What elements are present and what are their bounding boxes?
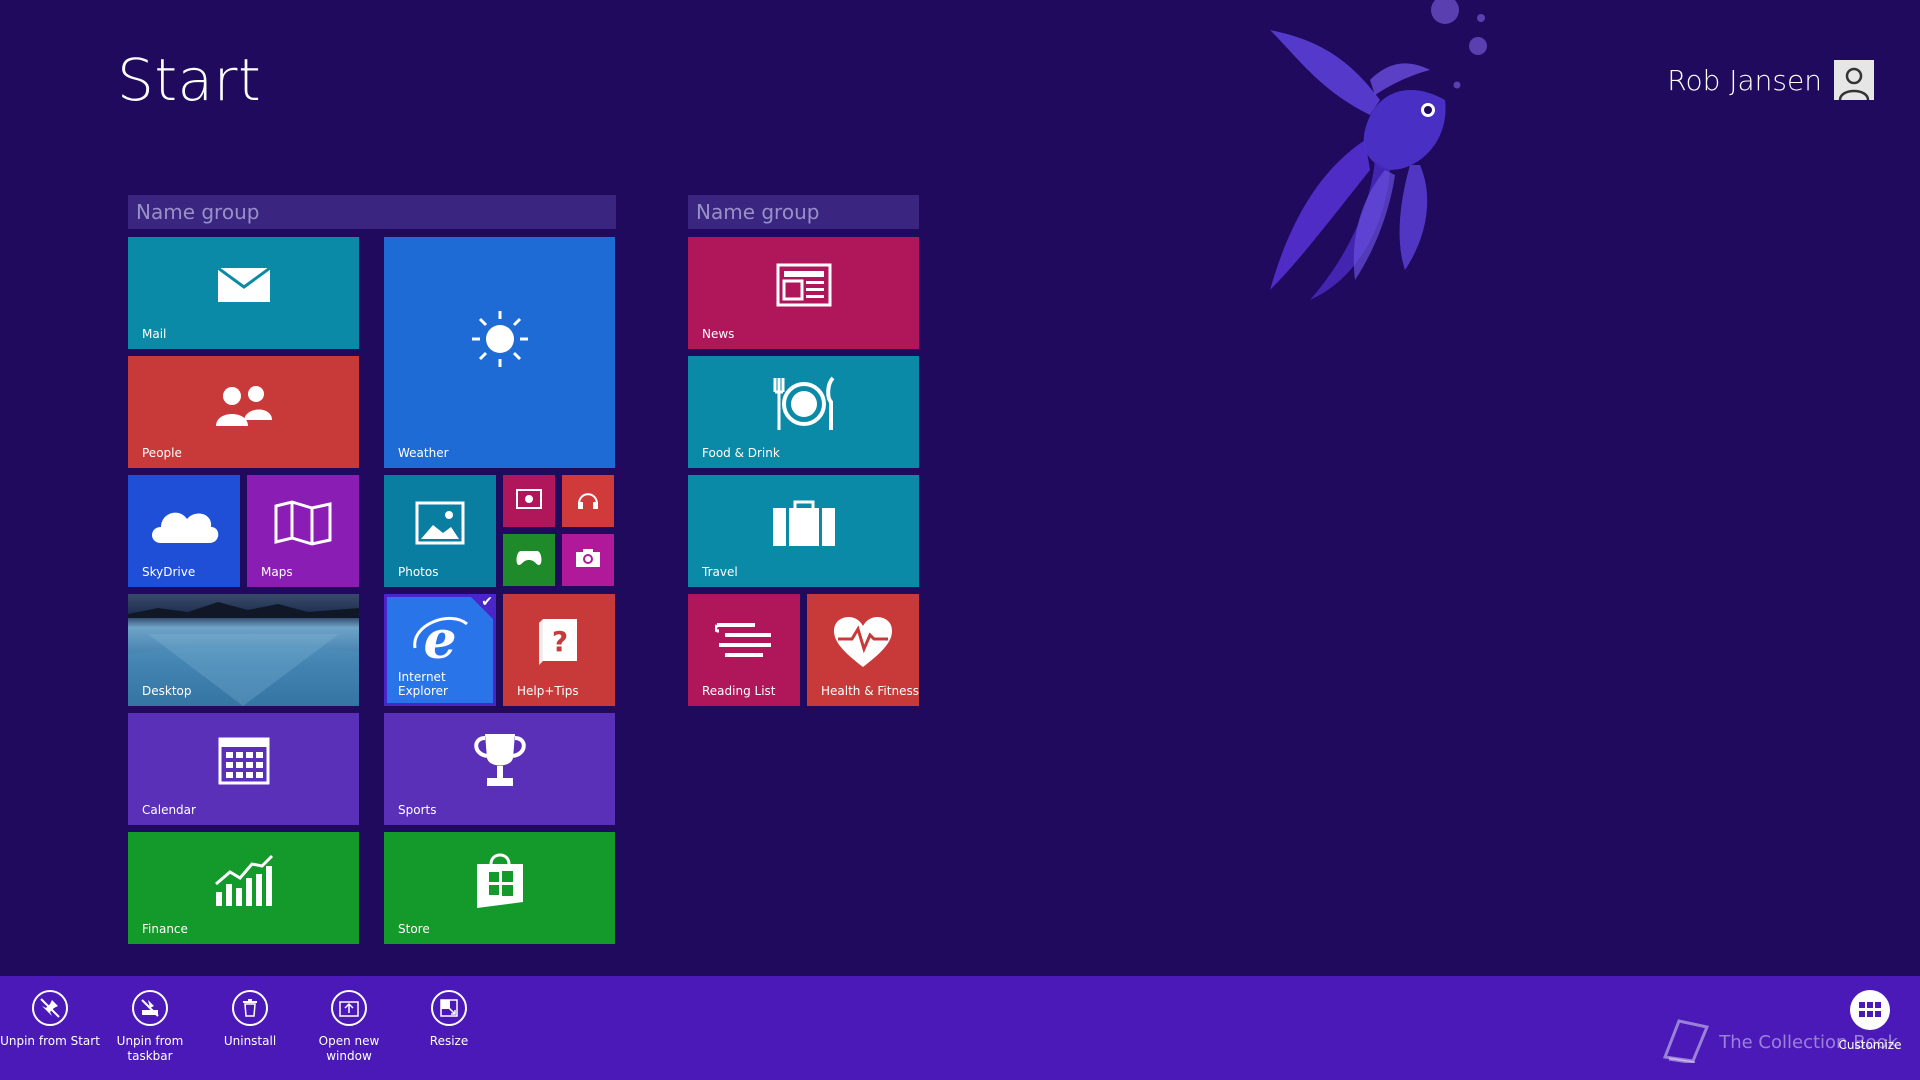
tile-internet-explorer[interactable]: ✔ e Internet Explorer: [384, 594, 496, 706]
headphones-icon: [576, 488, 600, 514]
watermark: The Collection Book: [1659, 1017, 1898, 1068]
tile-label: News: [702, 327, 735, 341]
unpin-icon: [32, 990, 68, 1026]
resize-button[interactable]: Resize: [399, 990, 499, 1049]
tile-photos[interactable]: Photos: [384, 475, 496, 587]
trash-icon: [232, 990, 268, 1026]
trophy-icon: [469, 730, 531, 796]
tile-calendar[interactable]: Calendar: [128, 713, 359, 825]
page-title: Start: [117, 46, 262, 114]
tile-health-fitness[interactable]: Health & Fitness: [807, 594, 919, 706]
store-bag-icon: [473, 850, 527, 914]
cloud-icon: [147, 501, 221, 549]
watermark-text: The Collection Book: [1719, 1032, 1898, 1053]
tile-skydrive[interactable]: SkyDrive: [128, 475, 240, 587]
tile-finance[interactable]: Finance: [128, 832, 359, 944]
unpin-taskbar-icon: [132, 990, 168, 1026]
tile-label: Weather: [398, 446, 449, 460]
plate-cutlery-icon: [769, 376, 839, 436]
tile-food-drink[interactable]: Food & Drink: [688, 356, 919, 468]
resize-icon: [431, 990, 467, 1026]
new-window-icon: [331, 990, 367, 1026]
betta-fish-illustration: [1270, 0, 1487, 300]
unpin-from-start-button[interactable]: Unpin from Start: [0, 990, 100, 1049]
button-label: Unpin from Start: [0, 1034, 100, 1048]
tile-desktop[interactable]: Desktop: [128, 594, 359, 706]
internet-explorer-icon: e: [411, 610, 469, 672]
gamepad-icon: [515, 549, 543, 571]
tile-label: Store: [398, 922, 430, 936]
tile-camera[interactable]: [562, 534, 614, 586]
svg-text:e: e: [423, 614, 456, 668]
user-account[interactable]: Rob Jansen: [1667, 60, 1874, 100]
tile-label: Desktop: [142, 684, 192, 698]
mail-icon: [216, 267, 271, 307]
uninstall-button[interactable]: Uninstall: [200, 990, 300, 1049]
heart-pulse-icon: [832, 615, 894, 673]
tile-news[interactable]: News: [688, 237, 919, 349]
user-name: Rob Jansen: [1667, 63, 1822, 97]
sun-icon: [468, 307, 532, 375]
calendar-icon: [218, 737, 270, 789]
tile-weather[interactable]: Weather: [384, 237, 615, 468]
tile-reading-list[interactable]: Reading List: [688, 594, 800, 706]
tile-label: Maps: [261, 565, 293, 579]
map-icon: [274, 500, 332, 550]
reading-list-icon: [714, 621, 773, 667]
tile-sports[interactable]: Sports: [384, 713, 615, 825]
tile-mail[interactable]: Mail: [128, 237, 359, 349]
video-icon: [516, 489, 542, 513]
tile-label: Finance: [142, 922, 188, 936]
tile-label: Food & Drink: [702, 446, 780, 460]
button-label: Uninstall: [223, 1034, 277, 1048]
tile-store[interactable]: Store: [384, 832, 615, 944]
newspaper-icon: [776, 263, 832, 311]
checkmark-icon: ✔: [481, 594, 493, 610]
tile-label: Reading List: [702, 684, 776, 698]
button-label: Resize: [429, 1034, 469, 1048]
tile-label: Internet Explorer: [398, 670, 448, 698]
tile-label: SkyDrive: [142, 565, 196, 579]
tile-people[interactable]: People: [128, 356, 359, 468]
tile-label: Mail: [142, 327, 167, 341]
open-new-window-button[interactable]: Open new window: [299, 990, 399, 1064]
group-name-input[interactable]: Name group: [128, 195, 616, 229]
tile-label: People: [142, 446, 182, 460]
photo-icon: [415, 501, 465, 549]
tile-games[interactable]: [503, 534, 555, 586]
tile-label: Photos: [398, 565, 439, 579]
group-name-input[interactable]: Name group: [688, 195, 919, 229]
camera-icon: [575, 548, 601, 572]
button-label: Unpin from taskbar: [116, 1034, 184, 1063]
user-avatar-icon: [1834, 60, 1874, 100]
button-label: Open new window: [318, 1034, 380, 1063]
tile-label: Health & Fitness: [821, 684, 919, 698]
tile-maps[interactable]: Maps: [247, 475, 359, 587]
tile-label: Help+Tips: [517, 684, 579, 698]
unpin-from-taskbar-button[interactable]: Unpin from taskbar: [100, 990, 200, 1064]
people-icon: [214, 382, 274, 430]
tile-label: Travel: [702, 565, 738, 579]
finance-chart-icon: [212, 852, 276, 912]
tile-label: Calendar: [142, 803, 196, 817]
suitcase-icon: [771, 498, 837, 552]
tile-travel[interactable]: Travel: [688, 475, 919, 587]
tile-help-tips[interactable]: ? Help+Tips: [503, 594, 615, 706]
book-icon: [1659, 1017, 1711, 1068]
help-icon: ?: [537, 617, 581, 671]
tile-music[interactable]: [562, 475, 614, 527]
svg-text:?: ?: [552, 625, 568, 658]
tile-label: Sports: [398, 803, 437, 817]
app-bar: Unpin from Start Unpin from taskbar Unins…: [0, 976, 1920, 1080]
tile-video[interactable]: [503, 475, 555, 527]
